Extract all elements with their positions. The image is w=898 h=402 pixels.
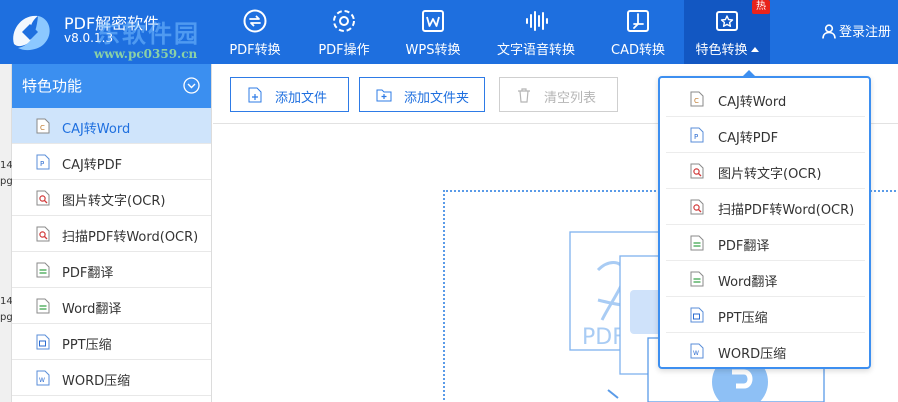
sidebar-item-caj-to-pdf[interactable]: P CAJ转PDF (12, 144, 211, 180)
menu-item-word-compress[interactable]: W WORD压缩 (666, 333, 865, 369)
tab-label: 特色转换 (684, 39, 770, 58)
caj-file-icon: C (690, 91, 704, 107)
pdf-file-icon: P (690, 127, 704, 143)
user-icon (822, 24, 836, 39)
watermark-url: www.pc0359.cn (94, 47, 198, 61)
translate-file-icon (36, 262, 50, 278)
translate-file-icon (690, 271, 704, 287)
sidebar-header[interactable]: 特色功能 (12, 64, 211, 108)
sidebar-item-label: CAJ转PDF (62, 158, 123, 173)
wps-icon (422, 10, 444, 32)
tab-pdf-convert[interactable]: PDF转换 (216, 0, 294, 64)
edge-text: pg (0, 176, 13, 187)
svg-text:W: W (693, 350, 699, 357)
login-register-link[interactable]: 登录注册 (822, 21, 891, 40)
sidebar-item-label: Word翻译 (62, 302, 122, 317)
tab-label: CAD转换 (611, 43, 665, 58)
svg-text:C: C (40, 124, 45, 132)
add-folder-label: 添加文件夹 (404, 91, 470, 106)
menu-item-label: PPT压缩 (718, 311, 768, 326)
watermark-text: 东软件园 (96, 20, 200, 48)
sidebar-title: 特色功能 (22, 77, 83, 95)
translate-file-icon (690, 235, 704, 251)
add-folder-button[interactable]: 添加文件夹 (359, 77, 485, 112)
sidebar-item-label: 扫描PDF转Word(OCR) (62, 230, 199, 245)
edge-text: 14 (0, 160, 13, 171)
menu-item-label: CAJ转Word (718, 95, 787, 110)
pdf-file-icon: P (36, 154, 50, 170)
add-folder-icon (376, 89, 392, 102)
sidebar-item-label: WORD压缩 (62, 374, 131, 389)
background-window-edge: 14 pg 14 pg (0, 64, 13, 402)
sidebar-item-word-compress[interactable]: W WORD压缩 (12, 360, 211, 396)
translate-file-icon (36, 298, 50, 314)
menu-item-label: 扫描PDF转Word(OCR) (718, 203, 855, 218)
sidebar-item-label: PDF翻译 (62, 266, 114, 281)
sidebar-item-scan-pdf-to-word[interactable]: 扫描PDF转Word(OCR) (12, 216, 211, 252)
add-file-button[interactable]: 添加文件 (230, 77, 349, 112)
edge-text: pg (0, 312, 13, 323)
sidebar-item-label: CAJ转Word (62, 122, 131, 137)
tab-pdf-operations[interactable]: PDF操作 (305, 0, 383, 64)
ppt-file-icon (36, 334, 50, 350)
sidebar: 特色功能 C CAJ转Word P CAJ转PDF 图片转文字(OCR) 扫描P… (12, 64, 212, 402)
sidebar-item-word-translate[interactable]: Word翻译 (12, 288, 211, 324)
clear-list-label: 清空列表 (544, 91, 597, 106)
svg-text:W: W (39, 377, 45, 384)
sidebar-item-label: PPT压缩 (62, 338, 112, 353)
star-convert-icon (716, 11, 738, 31)
word-file-icon: W (690, 343, 704, 359)
svg-text:P: P (40, 160, 44, 168)
app-logo-icon (13, 15, 50, 51)
cad-icon (627, 10, 649, 32)
ocr-file-icon (36, 226, 50, 242)
tab-label: 文字语音转换 (496, 43, 575, 58)
word-file-icon: W (36, 370, 50, 386)
ocr-file-icon (36, 190, 50, 206)
tab-text-speech-convert[interactable]: 文字语音转换 (486, 0, 586, 64)
sidebar-item-pdf-translate[interactable]: PDF翻译 (12, 252, 211, 288)
menu-item-caj-to-pdf[interactable]: P CAJ转PDF (666, 117, 865, 153)
menu-item-label: WORD压缩 (718, 347, 787, 362)
menu-item-ppt-compress[interactable]: PPT压缩 (666, 297, 865, 333)
sidebar-item-image-ocr[interactable]: 图片转文字(OCR) (12, 180, 211, 216)
chevron-down-circle-icon[interactable] (183, 77, 200, 94)
trash-icon (518, 88, 530, 103)
sidebar-item-label: 图片转文字(OCR) (62, 194, 166, 209)
menu-item-label: Word翻译 (718, 275, 778, 290)
ocr-file-icon (690, 199, 704, 215)
svg-text:P: P (694, 133, 698, 141)
tab-cad-convert[interactable]: CAD转换 (598, 0, 678, 64)
waveform-icon (526, 11, 548, 31)
add-file-icon (248, 87, 262, 103)
svg-text:C: C (694, 97, 699, 105)
clear-list-button[interactable]: 清空列表 (499, 77, 618, 112)
tab-label: PDF转换 (229, 43, 281, 58)
tab-wps-convert[interactable]: WPS转换 (394, 0, 472, 64)
edge-text: 14 (0, 296, 13, 307)
tab-label: WPS转换 (405, 43, 461, 58)
pdf-file-label: PDF (582, 325, 625, 350)
ppt-file-icon (690, 307, 704, 323)
sidebar-item-caj-to-word[interactable]: C CAJ转Word (12, 108, 211, 144)
menu-item-label: PDF翻译 (718, 239, 770, 254)
top-bar: PDF解密软件 v8.0.1.3 东软件园 www.pc0359.cn PDF转… (0, 0, 898, 64)
menu-item-pdf-translate[interactable]: PDF翻译 (666, 225, 865, 261)
menu-item-image-ocr[interactable]: 图片转文字(OCR) (666, 153, 865, 189)
gear-icon (333, 10, 355, 32)
menu-item-caj-to-word[interactable]: C CAJ转Word (666, 81, 865, 117)
caret-up-icon (750, 47, 759, 52)
hot-badge: 热 (752, 0, 770, 14)
menu-item-scan-pdf-to-word[interactable]: 扫描PDF转Word(OCR) (666, 189, 865, 225)
menu-item-label: CAJ转PDF (718, 131, 779, 146)
pdf-convert-icon (243, 9, 267, 33)
sidebar-item-ppt-compress[interactable]: PPT压缩 (12, 324, 211, 360)
menu-item-word-translate[interactable]: Word翻译 (666, 261, 865, 297)
caj-file-icon: C (36, 118, 50, 134)
special-convert-dropdown: C CAJ转Word P CAJ转PDF 图片转文字(OCR) 扫描PDF转Wo… (658, 70, 871, 369)
ocr-file-icon (690, 163, 704, 179)
menu-item-label: 图片转文字(OCR) (718, 167, 822, 182)
add-file-label: 添加文件 (275, 91, 328, 106)
tab-label: PDF操作 (318, 43, 370, 58)
